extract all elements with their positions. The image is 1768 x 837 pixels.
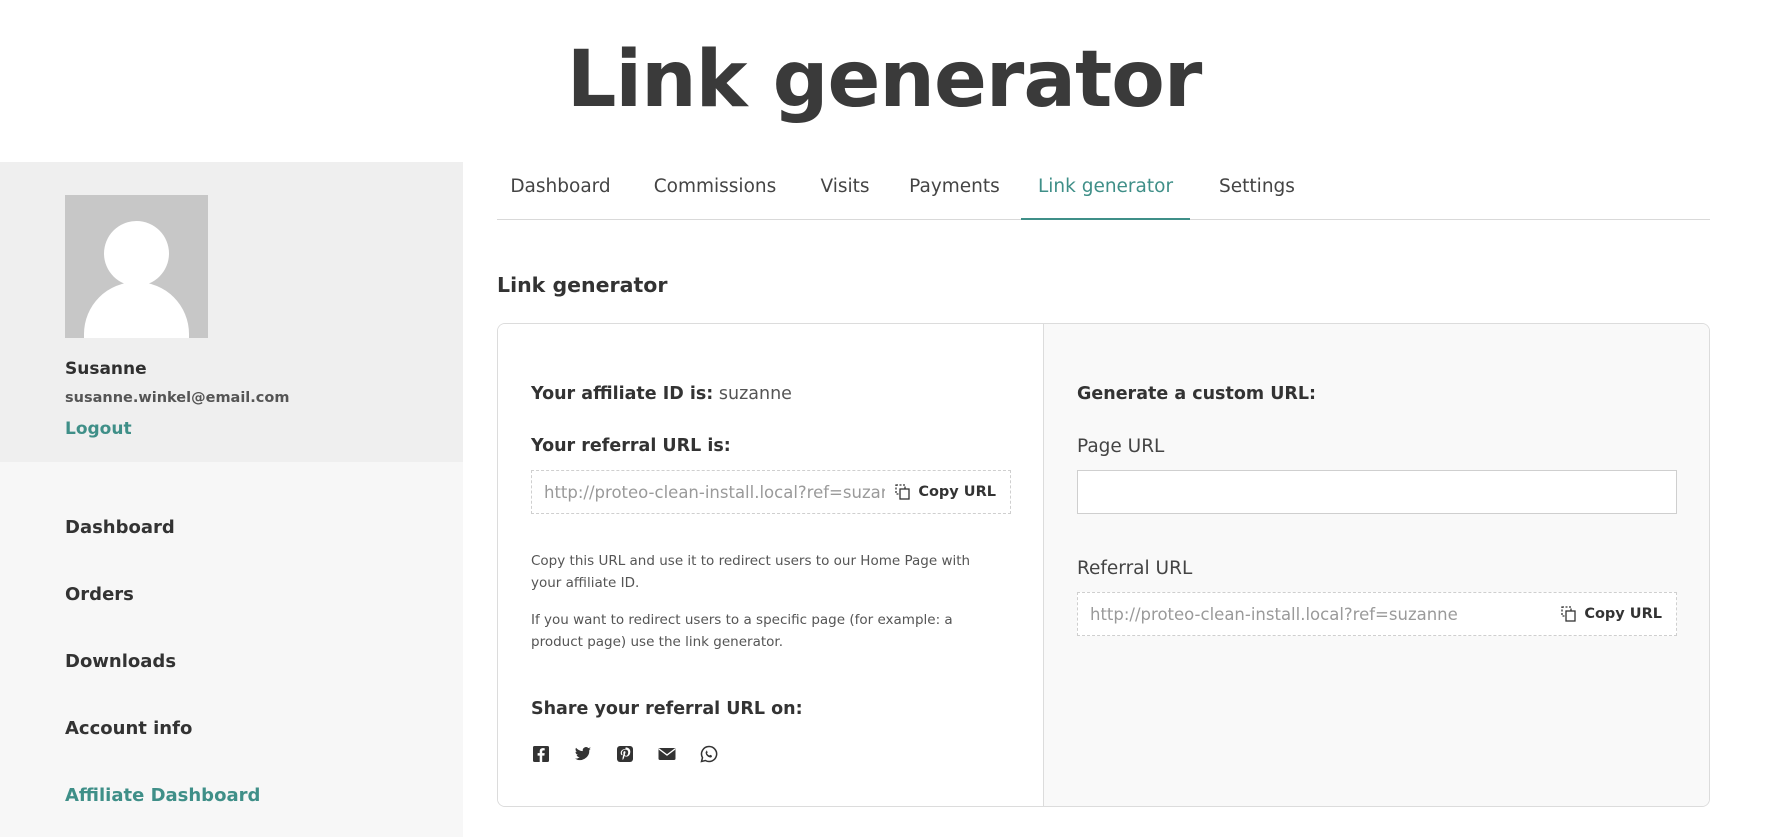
account-nav: Dashboard Orders Downloads Account info … <box>65 517 260 837</box>
twitter-icon[interactable] <box>573 744 593 764</box>
sidebar-item-dashboard[interactable]: Dashboard <box>65 517 260 584</box>
avatar <box>65 195 208 338</box>
whatsapp-icon[interactable] <box>699 744 719 764</box>
tab-settings[interactable]: Settings <box>1202 176 1312 220</box>
tab-payments[interactable]: Payments <box>898 176 1011 220</box>
referral-info-column: Your affiliate ID is: suzanne Your refer… <box>498 324 1044 806</box>
affiliate-tabs: Dashboard Commissions Visits Payments Li… <box>497 162 1710 220</box>
sidebar-item-downloads[interactable]: Downloads <box>65 651 260 718</box>
copy-icon <box>895 484 911 500</box>
copy-url-button[interactable]: Copy URL <box>885 471 1010 513</box>
share-label: Share your referral URL on: <box>531 699 803 719</box>
affiliate-id-label: Your affiliate ID is: <box>531 384 714 404</box>
custom-referral-url-label: Referral URL <box>1077 558 1193 579</box>
sidebar: Susanne susanne.winkel@email.com Logout … <box>0 162 463 837</box>
custom-referral-url-box: http://proteo-clean-install.local?ref=su… <box>1077 592 1677 636</box>
copy-custom-url-label: Copy URL <box>1584 606 1662 622</box>
referral-url-label: Your referral URL is: <box>531 436 731 456</box>
user-name: Susanne <box>65 359 147 379</box>
email-icon[interactable] <box>657 744 677 764</box>
referral-help-text: Copy this URL and use it to redirect use… <box>531 553 971 591</box>
page-url-label: Page URL <box>1077 436 1165 457</box>
logout-link[interactable]: Logout <box>65 419 132 439</box>
referral-url-text[interactable]: http://proteo-clean-install.local?ref=su… <box>544 483 904 502</box>
pinterest-icon[interactable] <box>615 744 635 764</box>
social-share-icons <box>531 744 719 764</box>
sidebar-item-orders[interactable]: Orders <box>65 584 260 651</box>
copy-custom-url-button[interactable]: Copy URL <box>1551 593 1676 635</box>
link-generator-help-text: If you want to redirect users to a speci… <box>531 612 953 650</box>
page-title: Link generator <box>566 35 1203 125</box>
generate-custom-url-title: Generate a custom URL: <box>1077 384 1317 404</box>
affiliate-id-row: Your affiliate ID is: suzanne <box>531 384 792 404</box>
page-url-input[interactable] <box>1077 470 1677 514</box>
tab-link-generator[interactable]: Link generator <box>1021 176 1190 220</box>
tab-dashboard[interactable]: Dashboard <box>497 176 624 220</box>
affiliate-id-value: suzanne <box>718 384 792 404</box>
tab-commissions[interactable]: Commissions <box>638 176 792 220</box>
facebook-icon[interactable] <box>531 744 551 764</box>
custom-referral-url-text[interactable]: http://proteo-clean-install.local?ref=su… <box>1090 605 1530 624</box>
section-title: Link generator <box>497 273 668 297</box>
sidebar-item-affiliate-dashboard[interactable]: Affiliate Dashboard <box>65 785 260 837</box>
sidebar-item-account-info[interactable]: Account info <box>65 718 260 785</box>
user-email: susanne.winkel@email.com <box>65 390 290 406</box>
custom-url-column: Generate a custom URL: Page URL Referral… <box>1044 324 1709 806</box>
profile-card: Susanne susanne.winkel@email.com Logout <box>0 162 463 462</box>
referral-url-box: http://proteo-clean-install.local?ref=su… <box>531 470 1011 514</box>
copy-url-label: Copy URL <box>918 484 996 500</box>
copy-icon <box>1561 606 1577 622</box>
link-generator-panel: Your affiliate ID is: suzanne Your refer… <box>497 323 1710 807</box>
tab-visits[interactable]: Visits <box>806 176 884 220</box>
